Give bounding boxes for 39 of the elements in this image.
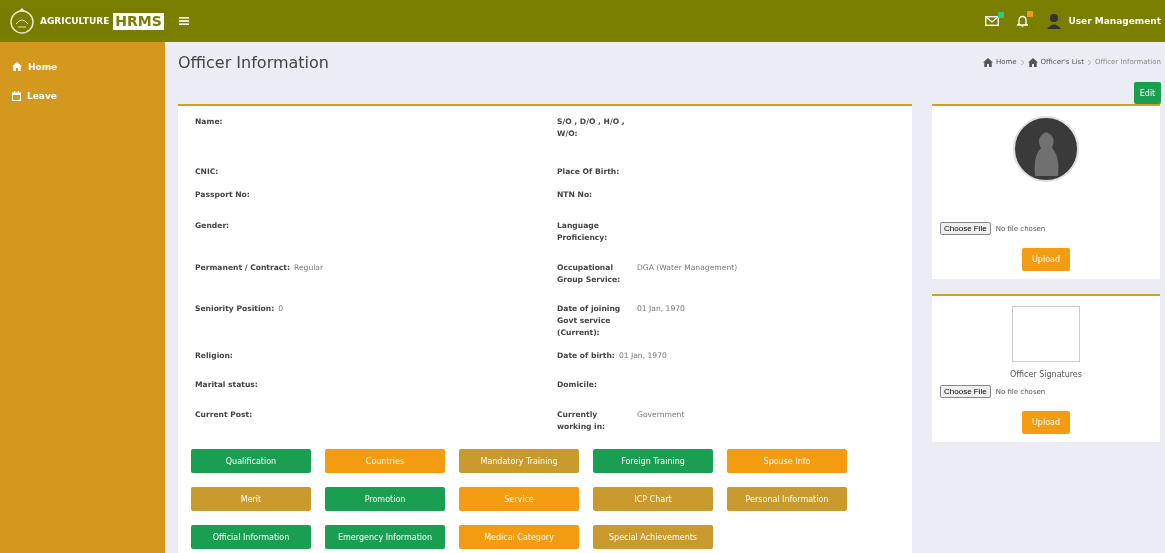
chevron-icon [1020,59,1024,65]
sidebar-item[interactable]: Home [0,52,165,81]
brand-name: AGRICULTURE [40,16,110,26]
section-button[interactable]: Promotion [325,487,445,511]
section-button[interactable]: Personal Information [727,487,847,511]
signature-caption: Officer Signatures [1010,370,1082,379]
home-icon [12,62,22,71]
section-button[interactable]: Qualification [191,449,311,473]
choose-file-button[interactable]: Choose File [940,385,991,398]
section-button[interactable]: Mandatory Training [459,449,579,473]
user-menu[interactable]: User Management [1068,16,1161,26]
home-icon [982,57,993,67]
section-button[interactable]: Service [459,487,579,511]
bell-icon[interactable] [1017,15,1029,27]
page-title: Officer Information [178,52,329,72]
section-button[interactable]: Special Achievements [593,525,713,549]
upload-button[interactable]: Upload [1022,411,1070,434]
section-button[interactable]: Foreign Training [593,449,713,473]
section-button[interactable]: Merit [191,487,311,511]
section-button[interactable]: Countries [325,449,445,473]
sidebar-item[interactable]: Leave [0,81,165,110]
user-avatar-icon [1046,13,1063,29]
edit-button[interactable]: Edit [1134,82,1161,104]
calendar-icon [12,90,21,101]
section-button[interactable]: Medical Category [459,525,579,549]
section-button[interactable]: Emergency Information [325,525,445,549]
section-button[interactable]: Official Information [191,525,311,549]
upload-button[interactable]: Upload [1022,248,1070,271]
signature-box [1012,306,1080,362]
emblem-logo [8,7,36,35]
chevron-icon [1087,59,1091,65]
choose-file-button[interactable]: Choose File [940,222,991,235]
profile-placeholder-avatar [1013,116,1079,182]
mail-icon[interactable] [985,16,1000,26]
menu-icon[interactable] [179,17,189,25]
section-button[interactable]: Spouse Info [727,449,847,473]
section-button[interactable]: ICP Chart [593,487,713,511]
brand-badge: HRMS [113,12,164,30]
home-icon [1027,57,1038,67]
